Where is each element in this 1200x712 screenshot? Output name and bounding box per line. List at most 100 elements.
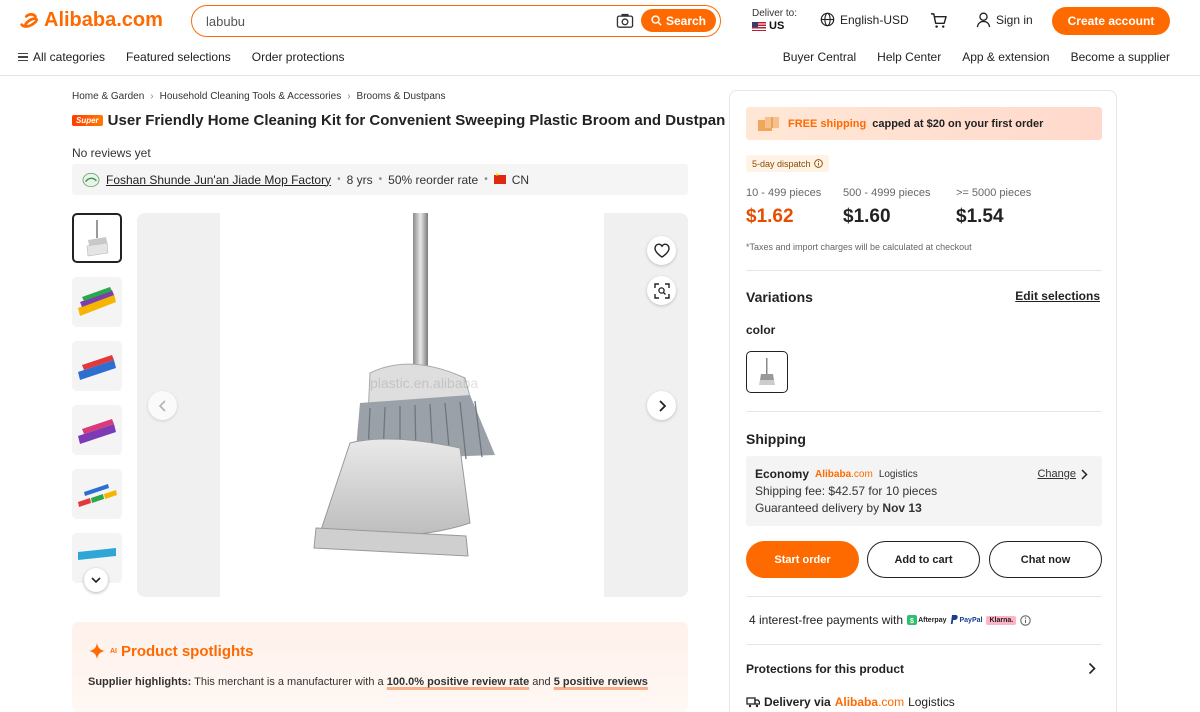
- alibaba-logo[interactable]: Alibaba.com: [18, 9, 163, 32]
- search-bar: Search: [191, 5, 721, 37]
- installments-row: 4 interest-free payments with $ Afterpay…: [749, 613, 1031, 627]
- user-icon: [976, 12, 991, 28]
- heart-icon: [653, 243, 670, 258]
- paypal-icon: [951, 615, 959, 624]
- thumbnail-broom-yellow[interactable]: [72, 277, 122, 327]
- supplier-name-link[interactable]: Foshan Shunde Jun'an Jiade Mop Factory: [106, 173, 331, 187]
- supplier-bar: Foshan Shunde Jun'an Jiade Mop Factory •…: [72, 164, 688, 195]
- dispatch-label: 5-day dispatch: [752, 158, 811, 169]
- breadcrumb-item[interactable]: Household Cleaning Tools & Accessories: [160, 91, 342, 102]
- china-flag-icon: [493, 172, 506, 184]
- logistics-label: Logistics: [908, 695, 955, 709]
- thumbnail-broom-purple[interactable]: [72, 405, 122, 455]
- deliver-to[interactable]: Deliver to: US: [752, 8, 797, 32]
- info-icon[interactable]: [813, 159, 823, 168]
- divider: [746, 596, 1102, 597]
- color-swatch-option[interactable]: [746, 351, 788, 393]
- breadcrumb-item[interactable]: Home & Garden: [72, 91, 144, 102]
- breadcrumb-item[interactable]: Brooms & Dustpans: [357, 91, 446, 102]
- alibaba-logistics-brand: Alibaba.com: [835, 695, 904, 709]
- logo-text: Alibaba.com: [44, 9, 163, 31]
- free-shipping-label: FREE shipping: [788, 117, 867, 130]
- change-shipping-link[interactable]: Change: [1037, 466, 1088, 483]
- thumbnails-scroll-down-button[interactable]: [84, 568, 108, 592]
- divider: [746, 270, 1102, 271]
- free-shipping-detail: capped at $20 on your first order: [872, 117, 1044, 130]
- price-tier-price: $1.62: [746, 206, 794, 227]
- info-icon[interactable]: [1020, 614, 1031, 626]
- gallery-prev-button[interactable]: [148, 391, 177, 420]
- chevron-right-icon: [1088, 662, 1096, 675]
- camera-icon[interactable]: [616, 13, 634, 29]
- chevron-right-icon: [1081, 469, 1088, 480]
- edit-selections-link[interactable]: Edit selections: [1015, 289, 1100, 303]
- sign-in-link[interactable]: Sign in: [976, 12, 1033, 28]
- multicolor-broom-heads-image: [78, 484, 117, 507]
- add-to-cart-button[interactable]: Add to cart: [867, 541, 980, 578]
- globe-icon: [820, 12, 835, 27]
- breadcrumb: Home & Garden › Household Cleaning Tools…: [72, 91, 445, 102]
- chat-now-button[interactable]: Chat now: [989, 541, 1102, 578]
- price-tier-range: 500 - 4999 pieces: [843, 187, 931, 199]
- guaranteed-delivery: Guaranteed delivery by Nov 13: [755, 500, 1093, 517]
- dispatch-badge: 5-day dispatch: [746, 155, 829, 172]
- protections-row[interactable]: Protections for this product: [746, 662, 1102, 676]
- thumbnail-broom-multicolor[interactable]: [72, 469, 122, 519]
- installments-text: 4 interest-free payments with: [749, 613, 904, 627]
- nav-featured-selections[interactable]: Featured selections: [126, 50, 231, 64]
- visual-search-button[interactable]: [647, 276, 676, 305]
- nav-help-center[interactable]: Help Center: [877, 50, 941, 64]
- us-flag-icon: [752, 21, 766, 31]
- broom-and-dustpan-image: [313, 213, 495, 557]
- alibaba-brand-name: Alibaba: [815, 469, 852, 480]
- highlight-review-rate: 100.0% positive review rate: [386, 676, 530, 688]
- sign-in-label: Sign in: [996, 13, 1033, 27]
- highlight-positive-reviews: 5 positive reviews: [553, 676, 648, 688]
- alibaba-logistics-brand: Alibaba.com: [815, 466, 873, 483]
- gallery-next-button[interactable]: [647, 391, 676, 420]
- delivery-truck-icon: [746, 697, 760, 708]
- nav-all-categories[interactable]: All categories: [18, 50, 105, 64]
- chevron-left-icon: [158, 399, 166, 412]
- start-order-button[interactable]: Start order: [746, 541, 859, 578]
- chevron-right-icon: ›: [347, 91, 351, 102]
- nav-order-protections[interactable]: Order protections: [252, 50, 345, 64]
- separator-dot: •: [378, 174, 383, 185]
- search-icon: [651, 15, 662, 26]
- ai-tag: AI: [110, 647, 117, 655]
- protections-title: Protections for this product: [746, 662, 905, 676]
- thumbnail-broom-dustpan[interactable]: [72, 213, 122, 263]
- delivery-via-label: Delivery via: [764, 695, 831, 709]
- afterpay-label: Afterpay: [918, 616, 947, 624]
- thumbnail-broom-blue[interactable]: [72, 341, 122, 391]
- shipping-title: Shipping: [746, 431, 806, 447]
- create-account-button[interactable]: Create account: [1052, 7, 1170, 35]
- image-search-icon: [653, 282, 670, 299]
- nav-app-extension[interactable]: App & extension: [962, 50, 1049, 64]
- product-title: User Friendly Home Cleaning Kit for Conv…: [107, 112, 726, 129]
- favorite-button[interactable]: [647, 236, 676, 265]
- image-watermark: plastic.en.alibaba: [370, 375, 479, 391]
- language-selector[interactable]: English-USD: [820, 12, 909, 27]
- alibaba-brand-suffix: .com: [878, 695, 905, 709]
- paypal-label: PayPal: [959, 616, 983, 624]
- nav-buyer-central[interactable]: Buyer Central: [783, 50, 856, 64]
- deliver-country: US: [769, 20, 785, 32]
- afterpay-badge: $ Afterpay: [907, 615, 946, 625]
- price-tier-price: $1.54: [956, 206, 1004, 227]
- highlight-text: and: [532, 676, 551, 688]
- search-button-label: Search: [665, 13, 707, 28]
- chevron-right-icon: ›: [150, 91, 154, 102]
- search-input[interactable]: [206, 12, 586, 30]
- color-label: color: [746, 323, 776, 337]
- alibaba-brand-suffix: .com: [851, 469, 873, 480]
- nav-become-supplier[interactable]: Become a supplier: [1071, 50, 1170, 64]
- price-tier: 10 - 499 pieces $1.62: [746, 187, 821, 228]
- alibaba-brand-name: Alibaba: [834, 695, 879, 709]
- cart-icon[interactable]: [930, 12, 947, 29]
- shipping-box-icon: [758, 116, 779, 131]
- purchase-panel: FREE shipping capped at $20 on your firs…: [729, 90, 1117, 712]
- delivery-via-row: Delivery via Alibaba.com Logistics: [746, 695, 955, 709]
- highlight-text: This merchant is a manufacturer with a: [194, 676, 384, 688]
- search-button[interactable]: Search: [641, 9, 716, 32]
